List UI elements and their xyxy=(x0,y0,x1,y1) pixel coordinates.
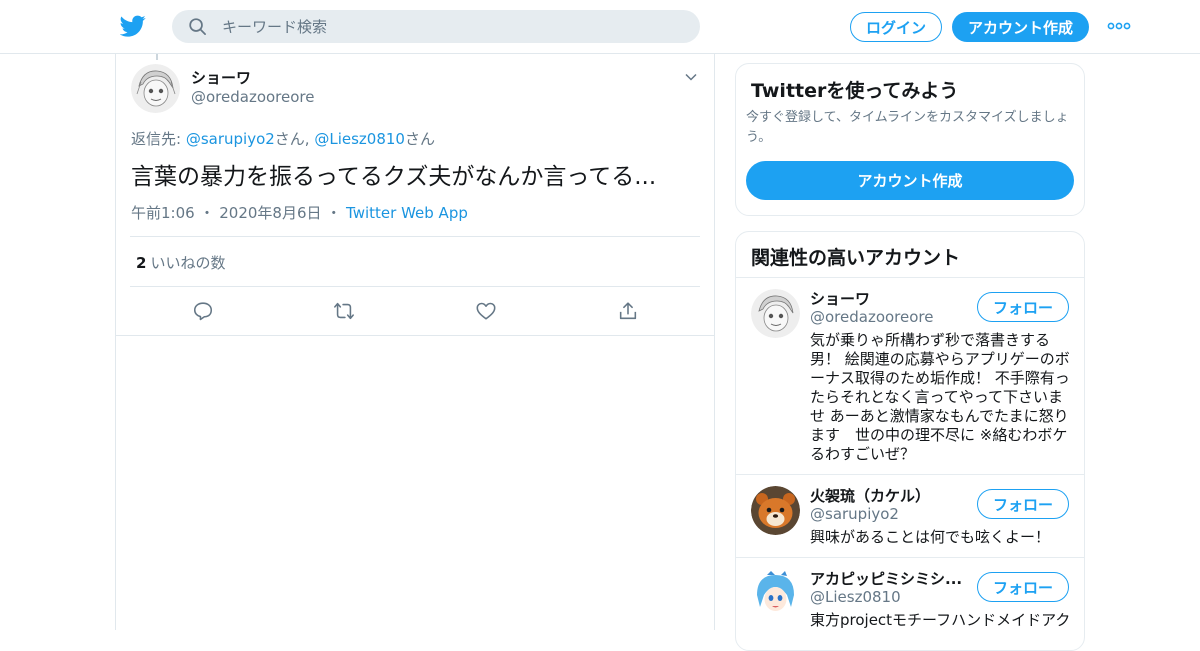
sketch-avatar-icon xyxy=(131,64,180,113)
retweet-icon[interactable] xyxy=(333,300,355,322)
account-bio: 興味があることは何でも呟くよー！ xyxy=(810,528,1051,546)
reply-suffix: さん, xyxy=(274,130,315,148)
related-account-item[interactable]: 火袈琉（カケル） @sarupiyo2 フォロー 興味があることは何でも呟くよー… xyxy=(736,475,1084,558)
account-bio: 東方projectモチーフハンドメイドアク xyxy=(810,611,1071,629)
signup-button[interactable]: アカウント作成 xyxy=(952,12,1089,42)
heart-icon[interactable] xyxy=(475,300,497,322)
tweet-timestamp: 午前1:06 ・ 2020年8月6日 ・ Twitter Web App xyxy=(131,204,468,222)
account-name[interactable]: アカピッピミシミシ... xyxy=(810,568,962,589)
thread-connector xyxy=(156,54,158,60)
account-bio: 気が乗りゃ所構わず秒で落書きする男！ 絵関連の応募やらアプリゲーのボーナス取得の… xyxy=(810,331,1070,463)
signup-card-description: 今すぐ登録して、タイムラインをカスタマイズしましょう。 xyxy=(746,110,1069,145)
signup-card-button[interactable]: アカウント作成 xyxy=(746,161,1074,200)
related-account-item[interactable]: アカピッピミシミシ... @Liesz0810 フォロー 東方projectモチ… xyxy=(736,558,1084,650)
divider xyxy=(116,335,714,336)
divider xyxy=(130,236,700,237)
likes-label: いいねの数 xyxy=(150,254,226,272)
search-bar[interactable] xyxy=(172,10,700,43)
tweet-time[interactable]: 午前1:06 xyxy=(131,204,195,222)
reply-icon[interactable] xyxy=(192,300,214,322)
related-accounts-title: 関連性の高いアカウント xyxy=(751,247,961,269)
tweet-date[interactable]: 2020年8月6日 xyxy=(219,204,321,222)
search-icon xyxy=(189,18,206,35)
reply-user-link[interactable]: @sarupiyo2 xyxy=(186,130,275,148)
account-handle[interactable]: @sarupiyo2 xyxy=(810,505,899,523)
likes-stat[interactable]: 2 いいねの数 xyxy=(136,252,225,273)
avatar[interactable] xyxy=(751,569,800,618)
anime-avatar-icon xyxy=(751,569,800,618)
divider xyxy=(130,286,700,287)
avatar[interactable] xyxy=(751,486,800,535)
author-handle[interactable]: @oredazooreore xyxy=(191,88,315,106)
tweet-source-link[interactable]: Twitter Web App xyxy=(346,204,468,222)
avatar[interactable] xyxy=(751,289,800,338)
signup-card: Twitterを使ってみよう 今すぐ登録して、タイムラインをカスタマイズしましょ… xyxy=(735,63,1085,216)
bear-avatar-icon xyxy=(751,486,800,535)
login-button[interactable]: ログイン xyxy=(850,12,942,42)
account-handle[interactable]: @oredazooreore xyxy=(810,308,934,326)
tweet-detail-column: ショーワ @oredazooreore 返信先: @sarupiyo2さん, @… xyxy=(115,54,715,630)
signup-card-title: Twitterを使ってみよう xyxy=(751,80,959,102)
avatar[interactable] xyxy=(131,64,180,113)
related-accounts-card: 関連性の高いアカウント ショーワ @oredazooreore フォロー 気が乗… xyxy=(735,231,1085,651)
related-account-item[interactable]: ショーワ @oredazooreore フォロー 気が乗りゃ所構わず秒で落書きす… xyxy=(736,278,1084,475)
chevron-down-icon[interactable] xyxy=(684,70,698,84)
account-handle[interactable]: @Liesz0810 xyxy=(810,588,901,606)
follow-button[interactable]: フォロー xyxy=(977,292,1069,322)
reply-suffix: さん xyxy=(404,130,435,148)
twitter-bird-icon[interactable] xyxy=(120,13,146,39)
tweet-text: 言葉の暴力を振るってるクズ夫がなんか言ってる... xyxy=(131,164,657,190)
follow-button[interactable]: フォロー xyxy=(977,489,1069,519)
account-name[interactable]: ショーワ xyxy=(810,288,870,309)
search-input[interactable] xyxy=(222,10,682,43)
follow-button[interactable]: フォロー xyxy=(977,572,1069,602)
more-options-icon[interactable] xyxy=(1106,18,1132,34)
reply-prefix: 返信先: xyxy=(131,130,186,148)
account-name[interactable]: 火袈琉（カケル） xyxy=(810,485,930,506)
likes-count: 2 xyxy=(136,254,147,272)
top-bar: ログイン アカウント作成 xyxy=(0,0,1200,54)
reply-to-line: 返信先: @sarupiyo2さん, @Liesz0810さん xyxy=(131,128,435,149)
reply-user-link[interactable]: @Liesz0810 xyxy=(314,130,405,148)
author-name[interactable]: ショーワ xyxy=(191,67,251,88)
share-icon[interactable] xyxy=(617,300,639,322)
sketch-avatar-icon xyxy=(751,289,800,338)
